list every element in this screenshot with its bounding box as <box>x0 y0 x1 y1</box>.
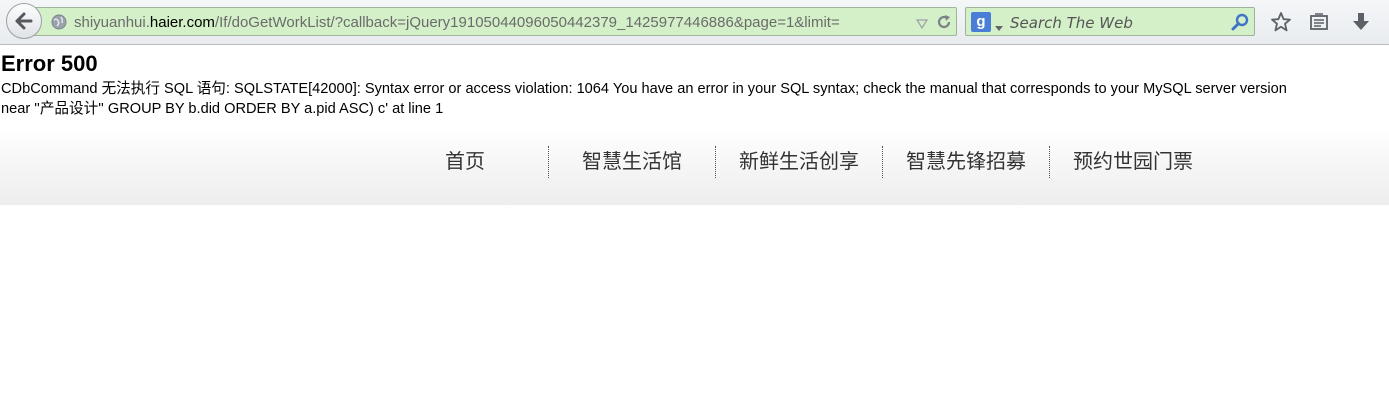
google-icon[interactable]: g <box>971 12 991 32</box>
search-bar[interactable]: g <box>965 7 1255 36</box>
bookmark-star-button[interactable] <box>1268 9 1294 35</box>
nav-divider <box>882 146 883 178</box>
download-arrow-icon <box>1353 13 1369 30</box>
search-input[interactable] <box>1010 13 1220 32</box>
nav-divider <box>548 146 549 178</box>
magnifier-icon[interactable] <box>1231 13 1249 36</box>
reading-list-button[interactable] <box>1306 9 1332 35</box>
nav-item-home[interactable]: 首页 <box>405 146 525 178</box>
nav-divider <box>715 146 716 178</box>
url-path: /If/doGetWorkList/?callback=jQuery191050… <box>214 14 840 31</box>
reload-icon[interactable] <box>936 14 952 35</box>
back-arrow-icon <box>15 12 33 30</box>
error-message-line-1: CDbCommand 无法执行 SQL 语句: SQLSTATE[42000]:… <box>1 81 1287 97</box>
nav-item-smart-life-hall[interactable]: 智慧生活馆 <box>566 146 698 178</box>
error-message-line-2: near ''产品设计'' GROUP BY b.did ORDER BY a.… <box>1 101 444 117</box>
error-message: CDbCommand 无法执行 SQL 语句: SQLSTATE[42000]:… <box>1 79 1389 119</box>
nav-item-smart-pioneer-recruit[interactable]: 智慧先锋招募 <box>897 146 1035 178</box>
url-domain: haier.com <box>149 14 215 31</box>
star-icon <box>1271 12 1291 32</box>
engine-dropdown-icon[interactable] <box>995 19 1003 37</box>
site-nav-bar: 首页 智慧生活馆 新鲜生活创享 智慧先锋招募 预约世园门票 <box>0 126 1389 205</box>
downloads-button[interactable] <box>1348 9 1374 35</box>
nav-divider <box>1049 146 1050 178</box>
back-button[interactable] <box>6 3 42 39</box>
browser-toolbar: shiyuanhui.haier.com/If/doGetWorkList/?c… <box>0 0 1389 45</box>
globe-icon <box>51 14 67 35</box>
url-prefix: shiyuanhui. <box>74 14 150 31</box>
history-dropdown-icon[interactable] <box>915 16 929 34</box>
address-bar[interactable]: shiyuanhui.haier.com/If/doGetWorkList/?c… <box>30 7 957 36</box>
nav-item-expo-tickets[interactable]: 预约世园门票 <box>1064 146 1202 178</box>
error-title: Error 500 <box>1 51 98 76</box>
nav-item-fresh-life-share[interactable]: 新鲜生活创享 <box>730 146 868 178</box>
reading-list-icon <box>1310 13 1328 30</box>
url-text[interactable]: shiyuanhui.haier.com/If/doGetWorkList/?c… <box>74 13 909 32</box>
